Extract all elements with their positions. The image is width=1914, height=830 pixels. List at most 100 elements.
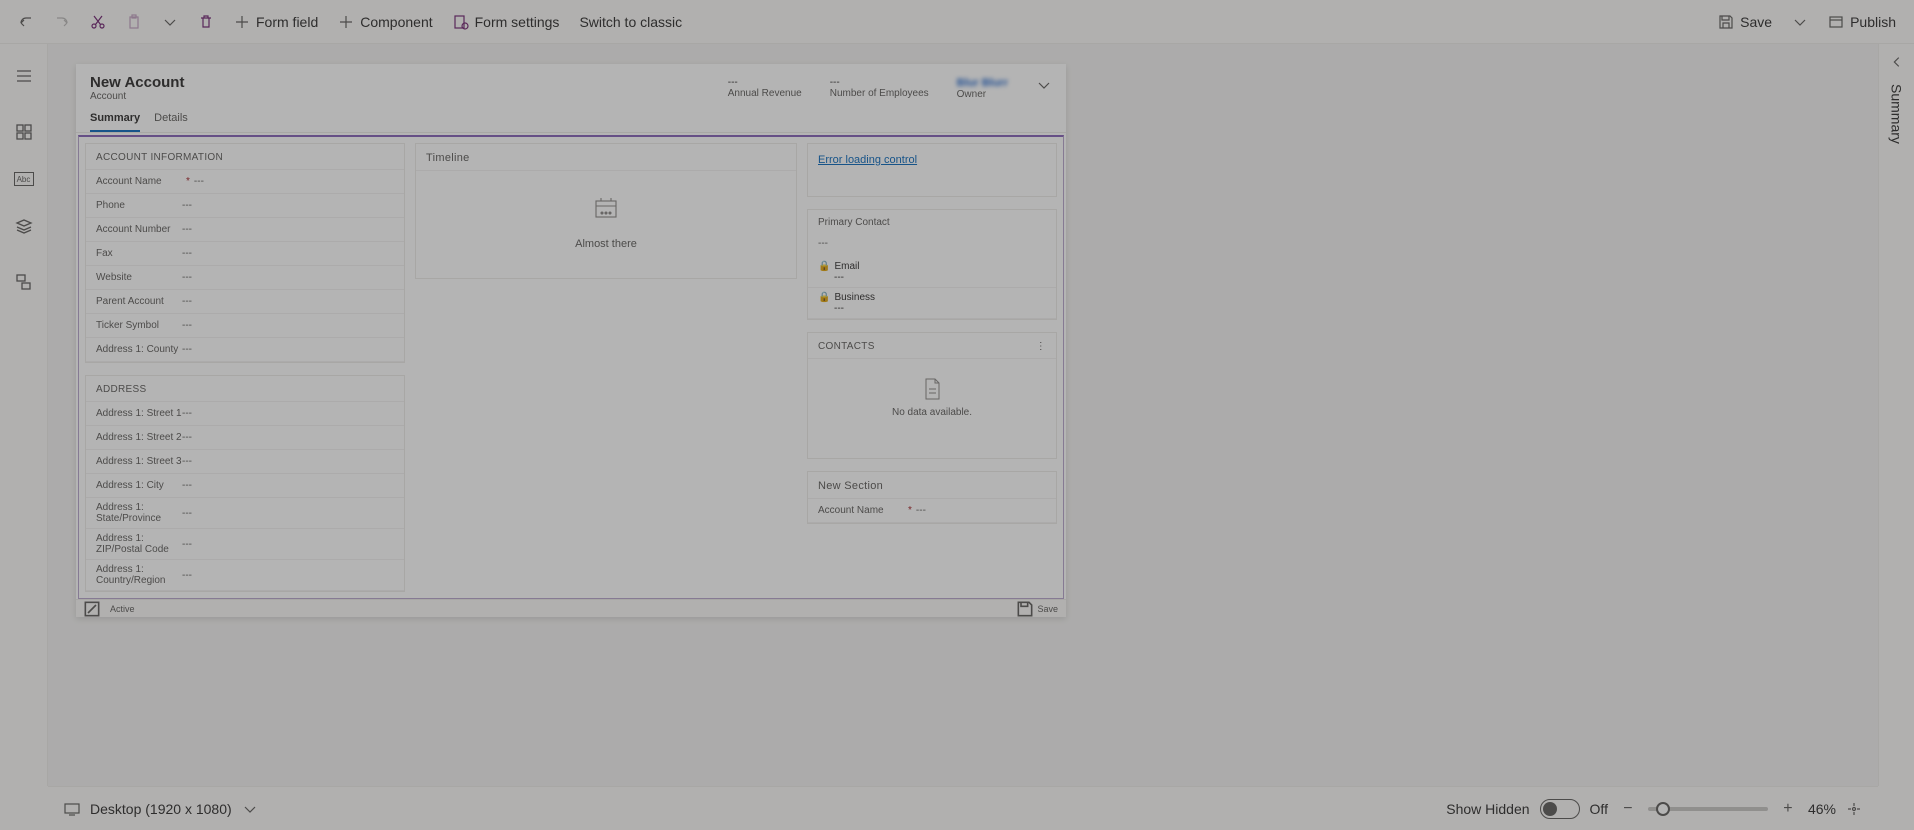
chevron-down-icon[interactable] [1036, 77, 1052, 93]
section-title: ADDRESS [86, 376, 404, 402]
address-field[interactable]: Address 1: Street 1--- [86, 402, 404, 426]
field-label: Parent Account [96, 296, 182, 307]
contacts-menu-icon[interactable]: ⋮ [1036, 341, 1046, 352]
form-footer: Active Save [76, 599, 1066, 617]
field-value[interactable]: --- [182, 248, 192, 259]
field-value[interactable]: --- [182, 432, 192, 443]
header-stat-annual-revenue[interactable]: --- Annual Revenue [728, 77, 802, 99]
add-component-button[interactable]: Component [328, 4, 442, 40]
field-value[interactable]: --- [182, 296, 192, 307]
fields-button[interactable]: Abc [14, 172, 34, 186]
field-value[interactable]: --- [182, 508, 192, 519]
fit-to-screen-button[interactable] [1846, 801, 1862, 817]
form-settings-icon [453, 14, 469, 30]
hamburger-button[interactable] [8, 60, 40, 92]
zoom-in-button[interactable]: + [1778, 800, 1798, 818]
field-value[interactable]: --- [182, 480, 192, 491]
paste-dropdown[interactable] [152, 4, 188, 40]
device-label[interactable]: Desktop (1920 x 1080) [90, 801, 232, 817]
field-label: Address 1: ZIP/Postal Code [96, 533, 182, 555]
timeline-title: Timeline [416, 144, 796, 171]
address-field[interactable]: Address 1: Country/Region--- [86, 560, 404, 591]
timeline-empty-icon [592, 195, 620, 226]
right-panel-label: Summary [1889, 84, 1905, 144]
show-hidden-state: Off [1590, 801, 1608, 817]
error-loading-link[interactable]: Error loading control [808, 144, 1056, 176]
zoom-out-button[interactable]: − [1618, 800, 1638, 818]
field-value[interactable]: --- [182, 570, 192, 581]
section-timeline[interactable]: Timeline Almost there [415, 143, 797, 279]
section-address[interactable]: ADDRESS Address 1: Street 1---Address 1:… [85, 375, 405, 592]
field-label: Fax [96, 248, 182, 259]
error-panel[interactable]: Error loading control [807, 143, 1057, 197]
device-icon [64, 801, 80, 817]
account-info-field[interactable]: Parent Account--- [86, 290, 404, 314]
tree-view-button[interactable] [8, 266, 40, 298]
redo-icon [54, 14, 70, 30]
tab-summary[interactable]: Summary [90, 106, 140, 132]
form-settings-button[interactable]: Form settings [443, 4, 570, 40]
primary-contact-value[interactable]: --- [808, 234, 1056, 257]
address-field[interactable]: Address 1: State/Province--- [86, 498, 404, 529]
publish-button[interactable]: Publish [1818, 4, 1906, 40]
address-field[interactable]: Address 1: Street 3--- [86, 450, 404, 474]
field-value[interactable]: --- [182, 320, 192, 331]
field-label: Address 1: Street 1 [96, 408, 182, 419]
account-info-field[interactable]: Account Number--- [86, 218, 404, 242]
field-value[interactable]: --- [182, 272, 192, 283]
account-info-field[interactable]: Ticker Symbol--- [86, 314, 404, 338]
add-form-field-button[interactable]: Form field [224, 4, 328, 40]
address-field[interactable]: Address 1: ZIP/Postal Code--- [86, 529, 404, 560]
paste-button[interactable] [116, 4, 152, 40]
section-new-section[interactable]: New Section Account Name * --- [807, 471, 1057, 524]
expand-panel-button[interactable] [1879, 44, 1914, 80]
contacts-title: CONTACTS [818, 341, 875, 352]
form-footer-save[interactable]: Save [1037, 604, 1058, 614]
save-button[interactable]: Save [1708, 4, 1782, 40]
field-value[interactable]: --- [916, 505, 926, 516]
account-info-field[interactable]: Account Name*--- [86, 170, 404, 194]
section-title: ACCOUNT INFORMATION [86, 144, 404, 170]
form-body-selected[interactable]: ACCOUNT INFORMATION Account Name*---Phon… [78, 135, 1064, 599]
show-hidden-toggle[interactable] [1540, 799, 1580, 819]
cut-icon [90, 14, 106, 30]
components-button[interactable] [8, 116, 40, 148]
form-field-label: Form field [256, 14, 318, 30]
account-info-field[interactable]: Phone--- [86, 194, 404, 218]
header-stat-owner[interactable]: Blur Blurr Owner [957, 77, 1008, 100]
form-entity: Account [90, 91, 728, 102]
account-info-field[interactable]: Fax--- [86, 242, 404, 266]
delete-button[interactable] [188, 4, 224, 40]
address-field[interactable]: Address 1: Street 2--- [86, 426, 404, 450]
section-primary-contact[interactable]: Primary Contact --- 🔒Email --- 🔒Business… [807, 209, 1057, 320]
field-value[interactable]: --- [182, 344, 192, 355]
right-panel-collapsed: Summary [1878, 44, 1914, 786]
account-info-field[interactable]: Address 1: County--- [86, 338, 404, 362]
account-info-field[interactable]: Website--- [86, 266, 404, 290]
header-stat-employees[interactable]: --- Number of Employees [830, 77, 929, 99]
field-value[interactable]: --- [182, 200, 192, 211]
save-dropdown[interactable] [1782, 4, 1818, 40]
left-rail: Abc [0, 44, 48, 786]
section-account-information[interactable]: ACCOUNT INFORMATION Account Name*---Phon… [85, 143, 405, 363]
undo-button[interactable] [8, 4, 44, 40]
chevron-down-icon[interactable] [242, 801, 258, 817]
status-bar: Desktop (1920 x 1080) Show Hidden Off − … [48, 786, 1878, 830]
zoom-slider[interactable] [1648, 807, 1768, 811]
switch-classic-button[interactable]: Switch to classic [569, 4, 692, 40]
section-contacts[interactable]: CONTACTS ⋮ No data available. [807, 332, 1057, 459]
save-icon [1718, 14, 1734, 30]
layers-button[interactable] [8, 210, 40, 242]
field-value[interactable]: --- [182, 408, 192, 419]
field-value[interactable]: --- [182, 456, 192, 467]
tab-details[interactable]: Details [154, 106, 188, 132]
form-preview[interactable]: New Account Account --- Annual Revenue -… [76, 64, 1066, 617]
address-field[interactable]: Address 1: City--- [86, 474, 404, 498]
redo-button[interactable] [44, 4, 80, 40]
design-canvas[interactable]: New Account Account --- Annual Revenue -… [48, 44, 1878, 786]
cut-button[interactable] [80, 4, 116, 40]
field-value[interactable]: --- [182, 539, 192, 550]
field-value[interactable]: --- [194, 176, 204, 187]
plus-icon [234, 14, 250, 30]
field-value[interactable]: --- [182, 224, 192, 235]
